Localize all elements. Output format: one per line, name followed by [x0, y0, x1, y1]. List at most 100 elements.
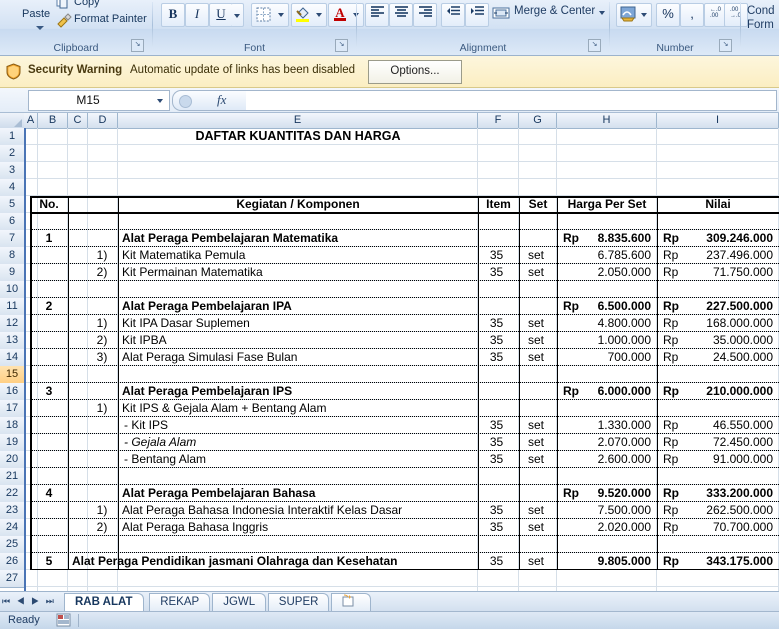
cell-item-12[interactable]: 35 — [478, 315, 515, 331]
cell-name-26[interactable]: Alat Peraga Pendidikan jasmani Olahraga … — [72, 553, 478, 569]
cell-set-9[interactable]: set — [519, 264, 553, 280]
row-header-1[interactable]: 1 — [0, 128, 25, 146]
cell-set-24[interactable]: set — [519, 519, 553, 535]
cell-no-7[interactable]: 1 — [30, 230, 68, 246]
cell-nilai-19[interactable]: 72.450.000 — [657, 434, 773, 450]
align-left-button[interactable] — [365, 3, 389, 27]
row-header-3[interactable]: 3 — [0, 162, 25, 180]
row-header-10[interactable]: 10 — [0, 281, 25, 299]
row-header-4[interactable]: 4 — [0, 179, 25, 197]
cell-number-9[interactable]: 2) — [88, 264, 116, 280]
column-header-G[interactable]: G — [519, 113, 557, 129]
paste-button[interactable]: Paste — [22, 8, 50, 20]
insert-function-icon[interactable]: fx — [217, 92, 226, 108]
row-header-24[interactable]: 24 — [0, 519, 25, 537]
cell-set-12[interactable]: set — [519, 315, 553, 331]
column-header-I[interactable]: I — [657, 113, 779, 129]
cell-set-20[interactable]: set — [519, 451, 553, 467]
increase-indent-button[interactable] — [465, 3, 489, 27]
cell-number-23[interactable]: 1) — [88, 502, 116, 518]
cell-name-20[interactable]: - Bentang Alam — [124, 451, 484, 467]
cell-harga-11[interactable]: 6.500.000 — [557, 298, 651, 314]
row-header-6[interactable]: 6 — [0, 213, 25, 231]
next-sheet-icon[interactable]: ▶ — [31, 596, 41, 606]
row-header-9[interactable]: 9 — [0, 264, 25, 282]
row-header-15[interactable]: 15 — [0, 366, 25, 384]
cell-no-16[interactable]: 3 — [30, 383, 68, 399]
cell-harga-7[interactable]: 8.835.600 — [557, 230, 651, 246]
clipboard-dialog-launcher[interactable] — [131, 39, 144, 52]
conditional-formatting-button[interactable]: Cond Form — [747, 4, 775, 32]
column-header-A[interactable]: A — [24, 113, 38, 129]
cell-no-11[interactable]: 2 — [30, 298, 68, 314]
cell-nilai-26[interactable]: 343.175.000 — [657, 553, 773, 569]
last-sheet-icon[interactable]: ⏭ — [46, 596, 56, 606]
cell-set-19[interactable]: set — [519, 434, 553, 450]
cell-harga-22[interactable]: 9.520.000 — [557, 485, 651, 501]
cell-set-14[interactable]: set — [519, 349, 553, 365]
column-header-F[interactable]: F — [478, 113, 519, 129]
underline-button[interactable]: U — [209, 3, 233, 27]
cell-name-13[interactable]: Kit IPBA — [122, 332, 482, 348]
cell-nilai-14[interactable]: 24.500.000 — [657, 349, 773, 365]
prev-sheet-icon[interactable]: ◀ — [17, 596, 27, 606]
format-painter-button-label[interactable]: Format Painter — [74, 13, 147, 25]
italic-button[interactable]: I — [185, 3, 209, 27]
font-dialog-launcher[interactable] — [335, 39, 348, 52]
underline-dropdown-arrow-icon[interactable] — [231, 3, 244, 27]
merge-dropdown-arrow-icon[interactable] — [599, 11, 605, 15]
cell-harga-18[interactable]: 1.330.000 — [557, 417, 651, 433]
align-center-button[interactable] — [389, 3, 413, 27]
sheet-tab-jgwl[interactable]: JGWL — [212, 593, 267, 612]
cell-set-26[interactable]: set — [519, 553, 553, 569]
insert-worksheet-icon[interactable] — [330, 593, 371, 612]
cell-number-12[interactable]: 1) — [88, 315, 116, 331]
cell-harga-9[interactable]: 2.050.000 — [557, 264, 651, 280]
cell-harga-16[interactable]: 6.000.000 — [557, 383, 651, 399]
cell-nilai-23[interactable]: 262.500.000 — [657, 502, 773, 518]
security-options-button[interactable]: Options... — [368, 60, 462, 84]
row-header-23[interactable]: 23 — [0, 502, 25, 520]
cell-harga-20[interactable]: 2.600.000 — [557, 451, 651, 467]
cell-nilai-9[interactable]: 71.750.000 — [657, 264, 773, 280]
cell-harga-19[interactable]: 2.070.000 — [557, 434, 651, 450]
cell-item-23[interactable]: 35 — [478, 502, 515, 518]
cell-harga-14[interactable]: 700.000 — [557, 349, 651, 365]
name-box[interactable]: M15 — [28, 90, 170, 111]
copy-button-label[interactable]: Copy — [74, 0, 100, 8]
row-header-18[interactable]: 18 — [0, 417, 25, 435]
row-header-14[interactable]: 14 — [0, 349, 25, 367]
name-box-dropdown-arrow-icon[interactable] — [157, 99, 163, 103]
row-header-16[interactable]: 16 — [0, 383, 25, 401]
cell-set-18[interactable]: set — [519, 417, 553, 433]
column-header-C[interactable]: C — [68, 113, 88, 129]
cell-name-8[interactable]: Kit Matematika Pemula — [122, 247, 482, 263]
cell-nilai-11[interactable]: 227.500.000 — [657, 298, 773, 314]
cell-number-24[interactable]: 2) — [88, 519, 116, 535]
paste-dropdown-arrow-icon[interactable] — [36, 26, 44, 30]
bold-button[interactable]: B — [161, 3, 185, 27]
cell-item-26[interactable]: 35 — [478, 553, 515, 569]
cell-harga-26[interactable]: 9.805.000 — [557, 553, 651, 569]
number-dialog-launcher[interactable] — [719, 39, 732, 52]
cell-harga-8[interactable]: 6.785.600 — [557, 247, 651, 263]
spreadsheet-grid[interactable]: Page 1 ABCDEFGHI123456789101112131415161… — [0, 113, 779, 591]
row-header-19[interactable]: 19 — [0, 434, 25, 452]
select-all-corner[interactable] — [0, 113, 25, 129]
row-header-8[interactable]: 8 — [0, 247, 25, 265]
cell-nilai-8[interactable]: 237.496.000 — [657, 247, 773, 263]
alignment-dialog-launcher[interactable] — [588, 39, 601, 52]
row-header-27[interactable]: 27 — [0, 570, 25, 588]
column-header-H[interactable]: H — [557, 113, 657, 129]
comma-style-button[interactable]: , — [680, 3, 704, 27]
row-header-20[interactable]: 20 — [0, 451, 25, 469]
decrease-indent-button[interactable] — [441, 3, 465, 27]
row-header-5[interactable]: 5 — [0, 196, 25, 214]
cell-item-8[interactable]: 35 — [478, 247, 515, 263]
row-header-17[interactable]: 17 — [0, 400, 25, 418]
cell-set-23[interactable]: set — [519, 502, 553, 518]
cell-no-22[interactable]: 4 — [30, 485, 68, 501]
row-header-2[interactable]: 2 — [0, 145, 25, 163]
cell-name-11[interactable]: Alat Peraga Pembelajaran IPA — [122, 298, 482, 314]
formula-bar-controls[interactable]: fx — [172, 90, 247, 111]
